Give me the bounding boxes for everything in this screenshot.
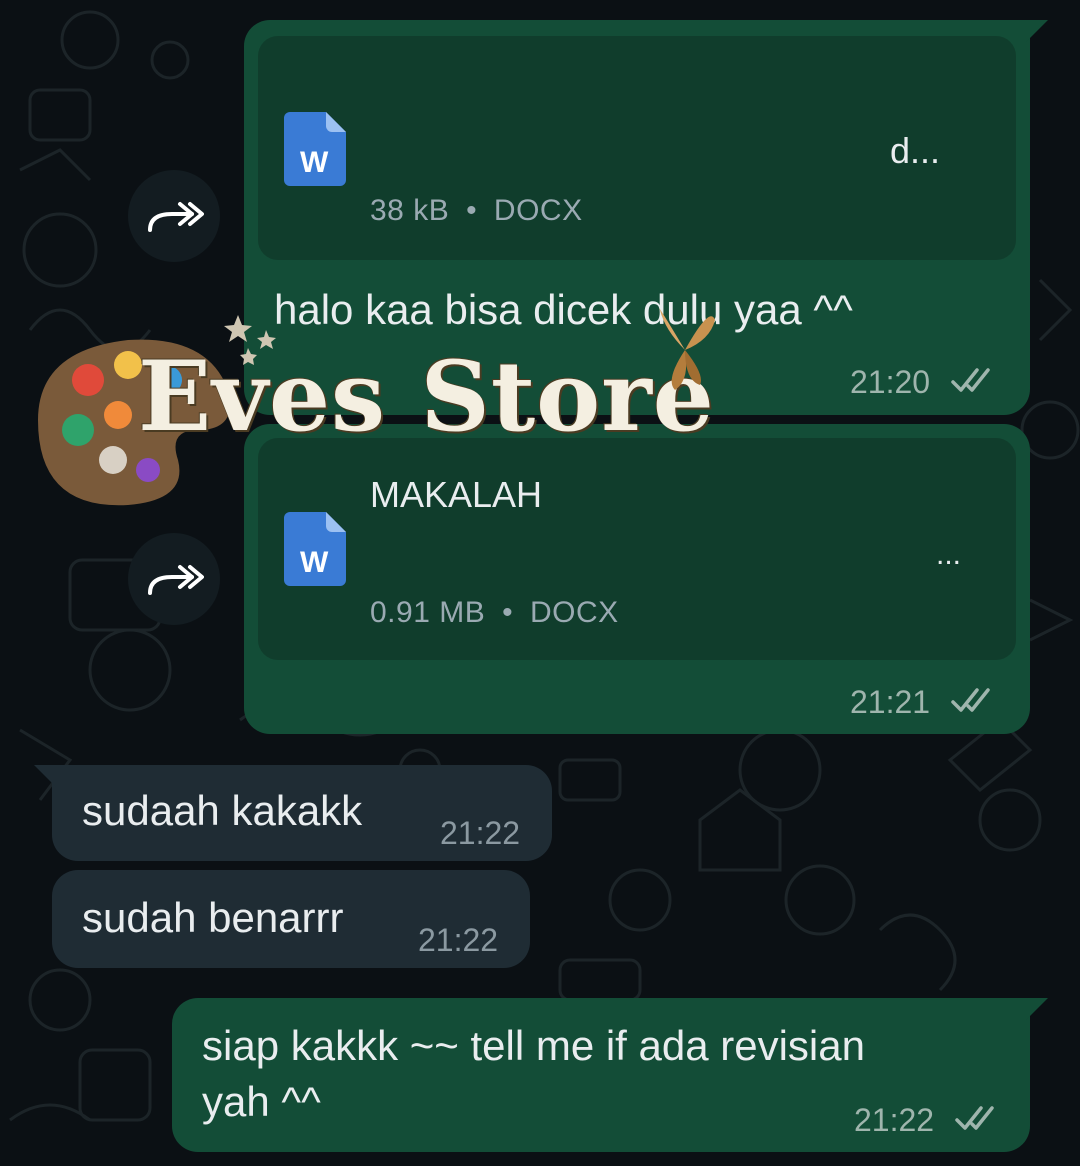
document-title: MAKALAH: [370, 474, 543, 515]
outgoing-document-message[interactable]: W d... 38 kB • DOCX halo kaa bisa dicek …: [244, 20, 1048, 415]
forward-button[interactable]: [128, 170, 220, 262]
document-icon-letter: W: [300, 546, 329, 579]
message-time: 21:22: [418, 922, 499, 958]
message-caption: halo kaa bisa dicek dulu yaa ^^: [274, 286, 853, 333]
message-text-line: yah ^^: [202, 1078, 321, 1125]
meta-separator: •: [502, 596, 514, 629]
document-title: d...: [890, 130, 941, 171]
bubble-tail: [34, 765, 56, 787]
message-time: 21:20: [850, 364, 931, 400]
double-check-icon: [951, 368, 990, 392]
document-card[interactable]: W d... 38 kB • DOCX: [258, 36, 1016, 260]
message-time: 21:22: [440, 815, 521, 851]
bubble-tail: [1026, 998, 1048, 1020]
document-card[interactable]: W MAKALAH ... 0.91 MB • DOCX: [258, 438, 1016, 660]
outgoing-message[interactable]: siap kakkk ~~ tell me if ada revisian ya…: [172, 998, 1048, 1152]
message-text-line: siap kakkk ~~ tell me if ada revisian: [202, 1022, 865, 1069]
outgoing-document-message[interactable]: W MAKALAH ... 0.91 MB • DOCX 21:21: [244, 424, 1030, 734]
double-check-icon: [951, 688, 990, 712]
double-check-icon: [955, 1106, 994, 1130]
forward-button[interactable]: [128, 533, 220, 625]
document-size: 38 kB: [370, 194, 450, 227]
bubble-tail: [1026, 20, 1048, 42]
document-title-overflow: ...: [936, 538, 962, 571]
document-size: 0.91 MB: [370, 596, 486, 629]
meta-separator: •: [466, 194, 478, 227]
message-text: sudah benarrr: [82, 894, 344, 941]
incoming-message[interactable]: sudah benarrr 21:22: [52, 870, 530, 968]
document-type: DOCX: [529, 596, 619, 629]
forward-icon: [148, 565, 204, 595]
message-time: 21:21: [850, 684, 931, 720]
document-type: DOCX: [493, 194, 583, 227]
document-meta: 38 kB • DOCX: [370, 194, 583, 228]
document-icon-letter: W: [300, 146, 329, 179]
message-text: sudaah kakakk: [82, 787, 363, 834]
message-time: 21:22: [854, 1102, 935, 1138]
document-meta: 0.91 MB • DOCX: [370, 596, 619, 630]
incoming-message[interactable]: sudaah kakakk 21:22: [34, 765, 552, 861]
forward-icon: [148, 202, 204, 232]
